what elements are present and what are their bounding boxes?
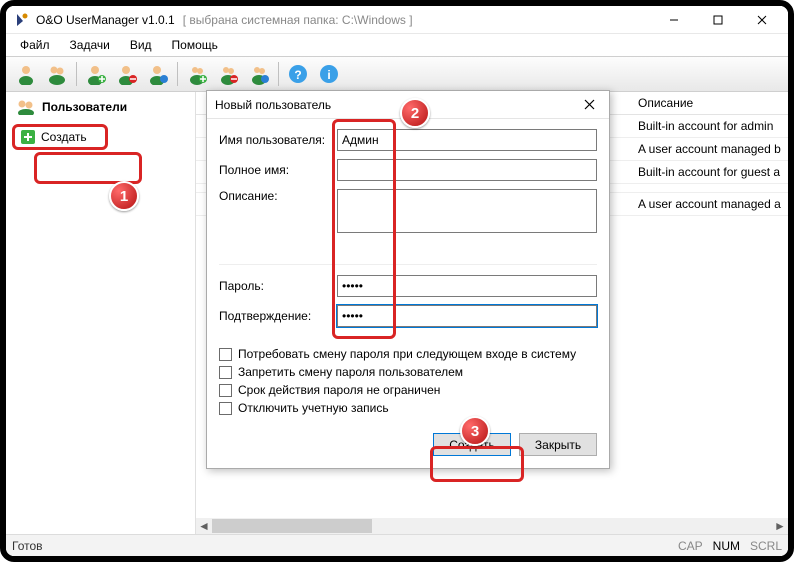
- password-input[interactable]: [337, 275, 597, 297]
- toolbar-user-single-icon[interactable]: [12, 60, 40, 88]
- column-description[interactable]: Описание: [630, 92, 788, 114]
- menubar: Файл Задачи Вид Помощь: [6, 34, 788, 56]
- toolbar-user-remove-icon[interactable]: [113, 60, 141, 88]
- annotation-badge-3: 3: [460, 416, 490, 446]
- users-tree-icon: [16, 99, 36, 115]
- fullname-label: Полное имя:: [219, 163, 337, 177]
- menu-view[interactable]: Вид: [122, 36, 160, 54]
- app-logo-icon: [14, 12, 30, 28]
- toolbar-group-add-icon[interactable]: [183, 60, 211, 88]
- titlebar: O&O UserManager v1.0.1 [ выбрана системн…: [6, 6, 788, 34]
- toolbar-group-remove-icon[interactable]: [214, 60, 242, 88]
- toolbar: ? i: [6, 56, 788, 92]
- confirm-label: Подтверждение:: [219, 309, 337, 323]
- close-button[interactable]: [740, 6, 784, 34]
- create-user-button[interactable]: Создать: [12, 124, 108, 150]
- toolbar-user-add-icon[interactable]: [82, 60, 110, 88]
- maximize-button[interactable]: [696, 6, 740, 34]
- username-label: Имя пользователя:: [219, 133, 337, 147]
- checkbox-disable-account[interactable]: Отключить учетную запись: [219, 401, 597, 415]
- new-user-dialog: Новый пользователь Имя пользователя: Пол…: [206, 90, 610, 469]
- plus-icon: [21, 130, 35, 144]
- horizontal-scrollbar[interactable]: ◄ ►: [196, 518, 788, 534]
- fullname-input[interactable]: [337, 159, 597, 181]
- menu-tasks[interactable]: Задачи: [62, 36, 118, 54]
- checkbox-forbid-change[interactable]: Запретить смену пароля пользователем: [219, 365, 597, 379]
- main-window: O&O UserManager v1.0.1 [ выбрана системн…: [6, 6, 788, 556]
- status-text: Готов: [12, 539, 43, 553]
- password-label: Пароль:: [219, 279, 337, 293]
- annotation-badge-2: 2: [400, 98, 430, 128]
- dialog-close-action-button[interactable]: Закрыть: [519, 433, 597, 456]
- cap-indicator: CAP: [678, 539, 703, 553]
- scroll-right-icon[interactable]: ►: [772, 518, 788, 534]
- toolbar-users-group-icon[interactable]: [43, 60, 71, 88]
- sidebar: Пользователи Создать: [6, 92, 196, 534]
- scrl-phindicator: SCRL: [750, 539, 782, 553]
- confirm-password-input[interactable]: [337, 305, 597, 327]
- tree-root-label: Пользователи: [42, 100, 127, 114]
- username-input[interactable]: [337, 129, 597, 151]
- checkbox-require-change[interactable]: Потребовать смену пароля при следующем в…: [219, 347, 597, 361]
- num-indicator: NUM: [713, 539, 740, 553]
- scroll-left-icon[interactable]: ◄: [196, 518, 212, 534]
- annotation-badge-1: 1: [109, 181, 139, 211]
- tree-root-users[interactable]: Пользователи: [12, 96, 189, 118]
- checkbox-never-expire[interactable]: Срок действия пароля не ограничен: [219, 383, 597, 397]
- ~-input[interactable]: [337, 189, 597, 233]
- window-title: O&O UserManager v1.0.1: [36, 13, 175, 27]
- dialog-title: Новый пользователь: [215, 98, 331, 112]
- statusbar: Готов CAP NUM SCRL: [6, 534, 788, 556]
- menu-help[interactable]: Помощь: [164, 36, 226, 54]
- toolbar-user-edit-icon[interactable]: [144, 60, 172, 88]
- svg-text:i: i: [327, 68, 330, 82]
- toolbar-group-edit-icon[interactable]: [245, 60, 273, 88]
- dialog-close-button[interactable]: [577, 93, 601, 117]
- window-subtitle: [ выбрана системная папка: C:\Windows ]: [183, 13, 413, 27]
- toolbar-about-icon[interactable]: i: [315, 60, 343, 88]
- description-label: Описание:: [219, 189, 337, 203]
- scroll-thumb[interactable]: [212, 519, 372, 533]
- create-user-label: Создать: [41, 130, 87, 144]
- minimize-button[interactable]: [652, 6, 696, 34]
- toolbar-help-icon[interactable]: ?: [284, 60, 312, 88]
- svg-text:?: ?: [294, 68, 301, 82]
- menu-file[interactable]: Файл: [12, 36, 58, 54]
